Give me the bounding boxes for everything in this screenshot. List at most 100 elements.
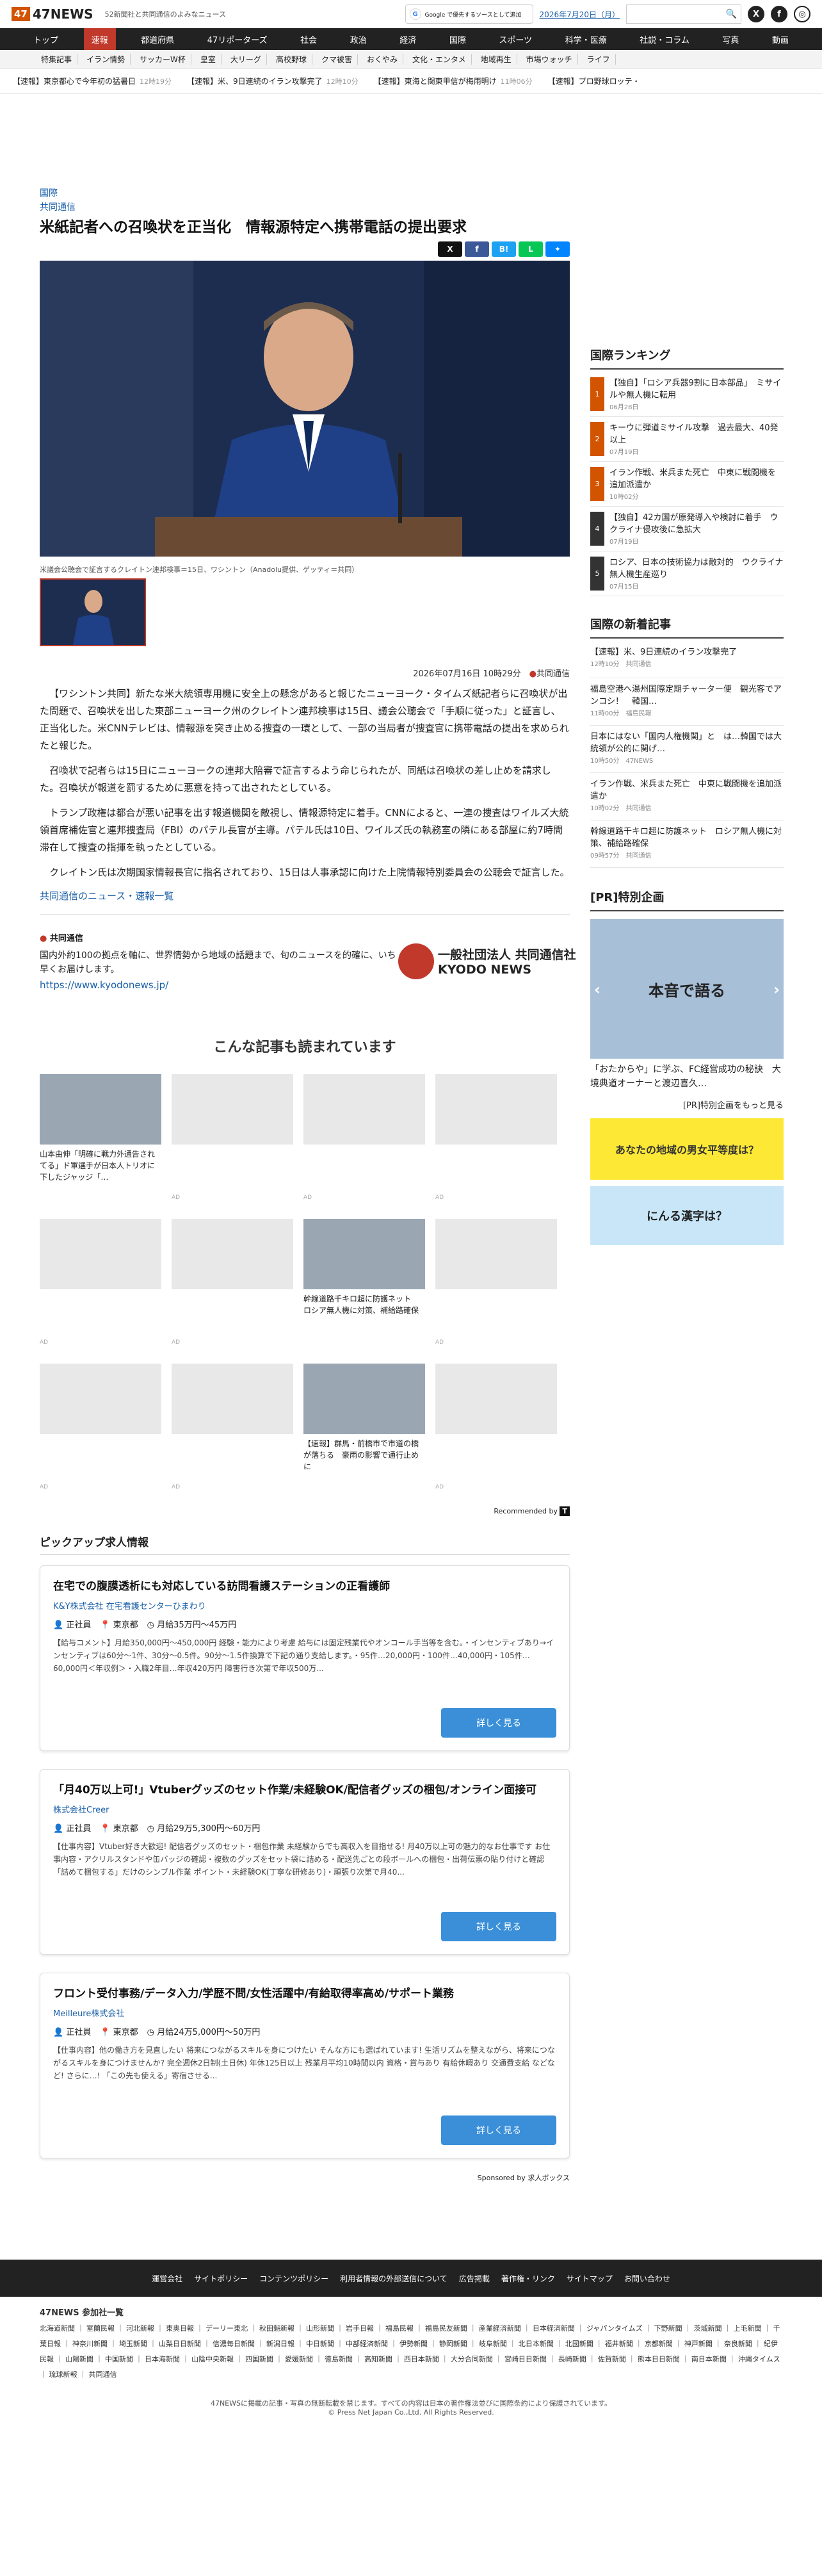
- subnav-item[interactable]: 地域再生: [476, 54, 517, 65]
- google-source-button[interactable]: G Google で優先するソースとして追加: [405, 4, 533, 24]
- subnav-item[interactable]: クマ被害: [316, 54, 358, 65]
- nav-item[interactable]: 政治: [342, 28, 375, 50]
- footer-link[interactable]: サイトポリシー: [194, 2273, 248, 2284]
- job-company[interactable]: 株式会社Creer: [53, 1803, 556, 1815]
- nav-item[interactable]: 都道府県: [133, 28, 182, 50]
- nav-item[interactable]: スポーツ: [491, 28, 540, 50]
- ticker-item[interactable]: 【速報】東海と関東甲信が梅雨明け 11時06分: [374, 76, 533, 86]
- site-logo[interactable]: 47 47NEWS: [12, 6, 93, 22]
- share-bluesky-icon[interactable]: ✦: [545, 241, 570, 257]
- new-article-item[interactable]: イラン作戦、米兵また死亡 中東に戦闘機を追加派遣か 10時02分 共同通信: [590, 773, 784, 820]
- subnav-item[interactable]: 文化・エンタメ: [407, 54, 472, 65]
- recommended-card[interactable]: AD: [435, 1219, 557, 1353]
- ticker-item[interactable]: 【速報】米、9日連続のイラン攻撃完了 12時10分: [187, 76, 359, 86]
- ticker-item[interactable]: 【速報】プロ野球ロッテ・: [548, 76, 644, 86]
- share-x-icon[interactable]: X: [438, 241, 462, 257]
- article-source[interactable]: 共同通信: [40, 200, 570, 215]
- article-photo[interactable]: [40, 261, 570, 557]
- job-detail-button[interactable]: 詳しく見る: [441, 2115, 556, 2145]
- ranking-item[interactable]: 4 【独自】42カ国が原発導入や検討に着手 ウクライナ侵攻後に急拡大 07月19日: [590, 507, 784, 551]
- recommended-card[interactable]: AD: [40, 1364, 161, 1498]
- subnav-item[interactable]: イラン情勢: [81, 54, 131, 65]
- pr-caption[interactable]: 「おたからや」に学ぶ、FC経営成功の秘訣 大境典道オーナーと渡辺喜久…: [590, 1063, 784, 1091]
- ranking-item[interactable]: 1 【独自】「ロシア兵器9割に日本部品」 ミサイルや無人機に転用 06月28日: [590, 372, 784, 417]
- job-title[interactable]: 在宅での腹膜透析にも対応している訪問看護ステーションの正看護師: [53, 1577, 556, 1595]
- job-detail-button[interactable]: 詳しく見る: [441, 1708, 556, 1738]
- subnav-item[interactable]: ライフ: [582, 54, 616, 65]
- recommended-card[interactable]: AD: [172, 1364, 293, 1498]
- recommended-card[interactable]: AD: [40, 1219, 161, 1353]
- pr-more-link[interactable]: [PR]特別企画をもっと見る: [590, 1098, 784, 1111]
- footer-link[interactable]: コンテンツポリシー: [259, 2273, 328, 2284]
- recommended-card[interactable]: 幹線道路千キロ超に防護ネット ロシア無人機に対策、補給路確保: [303, 1219, 425, 1353]
- recommended-card[interactable]: AD: [172, 1219, 293, 1353]
- nav-item[interactable]: トップ: [26, 28, 66, 50]
- job-company[interactable]: Meilleure株式会社: [53, 2007, 556, 2019]
- ranking-item[interactable]: 2 キーウに弾道ミサイル攻撃 過去最大、40発以上 07月19日: [590, 417, 784, 462]
- new-article-item[interactable]: 【速報】米、9日連続のイラン攻撃完了 12時10分 共同通信: [590, 641, 784, 678]
- job-card[interactable]: フロント受付事務/データ入力/学歴不問/女性活躍中/有給取得率高め/サポート業務…: [40, 1973, 570, 2158]
- subnav-item[interactable]: 大リーグ: [225, 54, 267, 65]
- kyodo-url-link[interactable]: https://www.kyodonews.jp/: [40, 979, 168, 991]
- job-card[interactable]: 在宅での腹膜透析にも対応している訪問看護ステーションの正看護師 K&Y株式会社 在…: [40, 1565, 570, 1751]
- job-title[interactable]: フロント受付事務/データ入力/学歴不問/女性活躍中/有給取得率高め/サポート業務: [53, 1985, 556, 2003]
- ticker-time: 11時06分: [500, 77, 533, 86]
- share-line-icon[interactable]: L: [519, 241, 543, 257]
- pr-banner[interactable]: 本音で語る ‹ ›: [590, 919, 784, 1059]
- ranking-item[interactable]: 3 イラン作戦、米兵また死亡 中東に戦闘機を追加派遣か 10時02分: [590, 462, 784, 507]
- footer-link[interactable]: 著作権・リンク: [501, 2273, 555, 2284]
- ticker-item[interactable]: 【速報】東京都心で今年初の猛暑日 12時19分: [13, 76, 172, 86]
- gender-equality-banner[interactable]: あなたの地域の男女平等度は？: [590, 1118, 784, 1180]
- nav-item[interactable]: 国際: [442, 28, 474, 50]
- share-facebook-icon[interactable]: f: [465, 241, 489, 257]
- search-input[interactable]: 🔍: [626, 4, 741, 24]
- nav-item[interactable]: 社説・コラム: [632, 28, 697, 50]
- sponsor-label[interactable]: Sponsored by 求人ボックス: [40, 2172, 570, 2183]
- footer-link[interactable]: お問い合わせ: [624, 2273, 670, 2284]
- job-company[interactable]: K&Y株式会社 在宅看護センターひまわり: [53, 1599, 556, 1611]
- nav-item[interactable]: 経済: [392, 28, 424, 50]
- recommended-image: [40, 1219, 161, 1289]
- globe-icon[interactable]: ◎: [794, 6, 810, 22]
- job-detail-button[interactable]: 詳しく見る: [441, 1912, 556, 1941]
- recommended-card[interactable]: 山本由伸「明確に戦力外通告されてる」ド軍選手が日本人トリオに下したジャッジ「…: [40, 1074, 161, 1209]
- recommended-card[interactable]: AD: [435, 1074, 557, 1209]
- recommended-by: Recommended by T: [40, 1506, 570, 1516]
- nav-item[interactable]: 科学・医療: [558, 28, 615, 50]
- new-article-item[interactable]: 日本にはない「国内人権機関」と は…韓国では大統領が公的に関げ… 10時50分 4…: [590, 726, 784, 773]
- kyodo-logo[interactable]: 一般社団法人 共同通信社 KYODO NEWS: [398, 943, 579, 979]
- recommended-card[interactable]: 【速報】群馬・前橋市で市道の橋が落ちる 豪雨の影響で通行止めに: [303, 1364, 425, 1498]
- subnav-item[interactable]: 高校野球: [271, 54, 312, 65]
- recommended-card[interactable]: AD: [303, 1074, 425, 1209]
- chevron-right-icon[interactable]: ›: [773, 981, 780, 999]
- job-card[interactable]: 「月40万以上可!」Vtuberグッズのセット作業/未経験OK/配信者グッズの梱…: [40, 1769, 570, 1955]
- footer-link[interactable]: サイトマップ: [567, 2273, 613, 2284]
- chevron-left-icon[interactable]: ‹: [594, 981, 600, 999]
- subnav-item[interactable]: おくやみ: [362, 54, 403, 65]
- nav-item[interactable]: 写真: [714, 28, 746, 50]
- x-icon[interactable]: X: [748, 6, 764, 22]
- new-article-item[interactable]: 幹線道路千キロ超に防護ネット ロシア無人機に対策、補給路確保 09時57分 共同通…: [590, 820, 784, 868]
- subnav-item[interactable]: サッカーW杯: [134, 54, 191, 65]
- subnav-item[interactable]: 皇室: [195, 54, 222, 65]
- subnav-item[interactable]: 特集記事: [36, 54, 78, 65]
- subnav-item[interactable]: 市場ウォッチ: [521, 54, 578, 65]
- new-article-item[interactable]: 福島空港へ湯州国際定期チャーター便 観光客でアンコシ！ 韓国… 11時00分 福島…: [590, 678, 784, 726]
- article-section[interactable]: 国際: [40, 186, 570, 200]
- kanji-quiz-banner[interactable]: にんる漢字は？: [590, 1186, 784, 1245]
- kyodo-news-list-link[interactable]: 共同通信のニュース・速報一覧: [40, 889, 570, 915]
- recommended-card[interactable]: AD: [435, 1364, 557, 1498]
- recommended-card[interactable]: AD: [172, 1074, 293, 1209]
- share-hatena-icon[interactable]: B!: [492, 241, 516, 257]
- job-title[interactable]: 「月40万以上可!」Vtuberグッズのセット作業/未経験OK/配信者グッズの梱…: [53, 1781, 556, 1799]
- photo-thumbnail[interactable]: [40, 578, 146, 646]
- footer-link[interactable]: 広告掲載: [459, 2273, 490, 2284]
- nav-item[interactable]: 社会: [293, 28, 325, 50]
- footer-link[interactable]: 運営会社: [152, 2273, 182, 2284]
- facebook-icon[interactable]: f: [771, 6, 787, 22]
- nav-item[interactable]: 47リポーターズ: [200, 28, 275, 50]
- ranking-item[interactable]: 5 ロシア、日本の技術協力は敵対的 ウクライナ無人機生産巡り 07月15日: [590, 551, 784, 596]
- nav-item[interactable]: 動画: [764, 28, 796, 50]
- nav-item[interactable]: 速報: [83, 28, 116, 50]
- footer-link[interactable]: 利用者情報の外部送信について: [340, 2273, 447, 2284]
